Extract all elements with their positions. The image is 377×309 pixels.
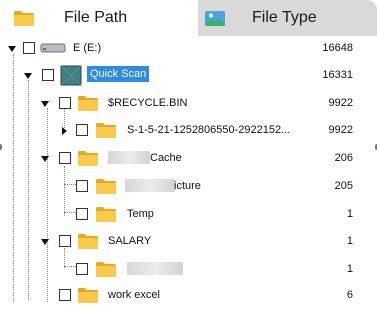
folder-icon bbox=[95, 206, 117, 223]
tab-label: File Type bbox=[252, 9, 317, 26]
tab-label: File Path bbox=[64, 9, 128, 26]
row-label: SALARY bbox=[108, 235, 152, 247]
tree-row-work-excel[interactable]: work excel 6 bbox=[0, 283, 377, 309]
row-label: $RECYCLE.BIN bbox=[108, 97, 188, 109]
folder-icon bbox=[95, 122, 117, 139]
expand-arrow-icon[interactable] bbox=[23, 71, 33, 81]
row-checkbox[interactable] bbox=[59, 97, 71, 109]
row-label: Cache bbox=[150, 152, 182, 164]
redacted-text bbox=[125, 179, 175, 192]
folder-icon bbox=[77, 95, 99, 112]
tree-row-salary[interactable]: SALARY 1 bbox=[0, 229, 377, 255]
row-count: 9922 bbox=[328, 97, 353, 109]
expand-arrow-icon[interactable] bbox=[7, 44, 17, 54]
expand-arrow-icon[interactable] bbox=[40, 99, 50, 109]
tree-row-sid-folder[interactable]: S-1-5-21-1252806550-2922152... 9922 bbox=[0, 118, 377, 144]
tree-row-redacted[interactable]: 1 bbox=[0, 257, 377, 283]
row-count: 1 bbox=[346, 208, 353, 220]
image-icon bbox=[205, 11, 225, 26]
drive-icon bbox=[40, 43, 66, 53]
row-count: 16331 bbox=[322, 69, 353, 81]
folder-icon bbox=[77, 150, 99, 167]
collapse-arrow-icon[interactable] bbox=[59, 126, 69, 136]
folder-tree: E (E:) 16648 Quick Scan 16331 $RECYCLE.B… bbox=[0, 36, 377, 302]
row-checkbox[interactable] bbox=[59, 152, 71, 164]
row-label: S-1-5-21-1252806550-2922152... bbox=[127, 124, 291, 136]
tab-file-path[interactable]: File Path bbox=[0, 0, 198, 36]
row-count: 6 bbox=[346, 289, 353, 301]
quick-scan-icon bbox=[60, 65, 82, 86]
row-checkbox[interactable] bbox=[76, 124, 88, 136]
tree-row-recycle-bin[interactable]: $RECYCLE.BIN 9922 bbox=[0, 91, 377, 117]
row-label: icture bbox=[174, 180, 201, 192]
row-label: work excel bbox=[108, 289, 160, 301]
redacted-text bbox=[108, 151, 150, 164]
folder-icon bbox=[77, 287, 99, 304]
row-label: Temp bbox=[127, 208, 154, 220]
tree-row-quick-scan[interactable]: Quick Scan 16331 bbox=[0, 63, 377, 89]
row-count: 206 bbox=[334, 152, 353, 164]
tab-file-type[interactable]: File Type bbox=[190, 0, 377, 36]
row-checkbox[interactable] bbox=[23, 42, 35, 54]
tab-bar: File Type File Path bbox=[0, 0, 377, 36]
tree-row-temp[interactable]: Temp 1 bbox=[0, 202, 377, 228]
expand-arrow-icon[interactable] bbox=[40, 237, 50, 247]
row-checkbox[interactable] bbox=[76, 208, 88, 220]
row-count: 16648 bbox=[322, 42, 353, 54]
row-checkbox[interactable] bbox=[59, 235, 71, 247]
tree-row-picture[interactable]: icture 205 bbox=[0, 174, 377, 200]
row-checkbox[interactable] bbox=[76, 263, 88, 275]
row-count: 9922 bbox=[328, 124, 353, 136]
row-checkbox[interactable] bbox=[59, 289, 71, 301]
redacted-text bbox=[127, 262, 183, 275]
tree-row-cache[interactable]: Cache 206 bbox=[0, 146, 377, 172]
row-checkbox[interactable] bbox=[76, 180, 88, 192]
row-count: 205 bbox=[334, 180, 353, 192]
folder-icon bbox=[95, 178, 117, 195]
row-label: E (E:) bbox=[73, 42, 102, 54]
row-label: Quick Scan bbox=[87, 66, 150, 82]
folder-icon bbox=[13, 10, 35, 27]
folder-icon bbox=[95, 261, 117, 278]
row-count: 1 bbox=[346, 235, 353, 247]
tree-row-drive-e[interactable]: E (E:) 16648 bbox=[0, 36, 377, 62]
expand-arrow-icon[interactable] bbox=[40, 154, 50, 164]
row-checkbox[interactable] bbox=[42, 69, 54, 81]
row-count: 1 bbox=[346, 263, 353, 275]
folder-icon bbox=[77, 233, 99, 250]
